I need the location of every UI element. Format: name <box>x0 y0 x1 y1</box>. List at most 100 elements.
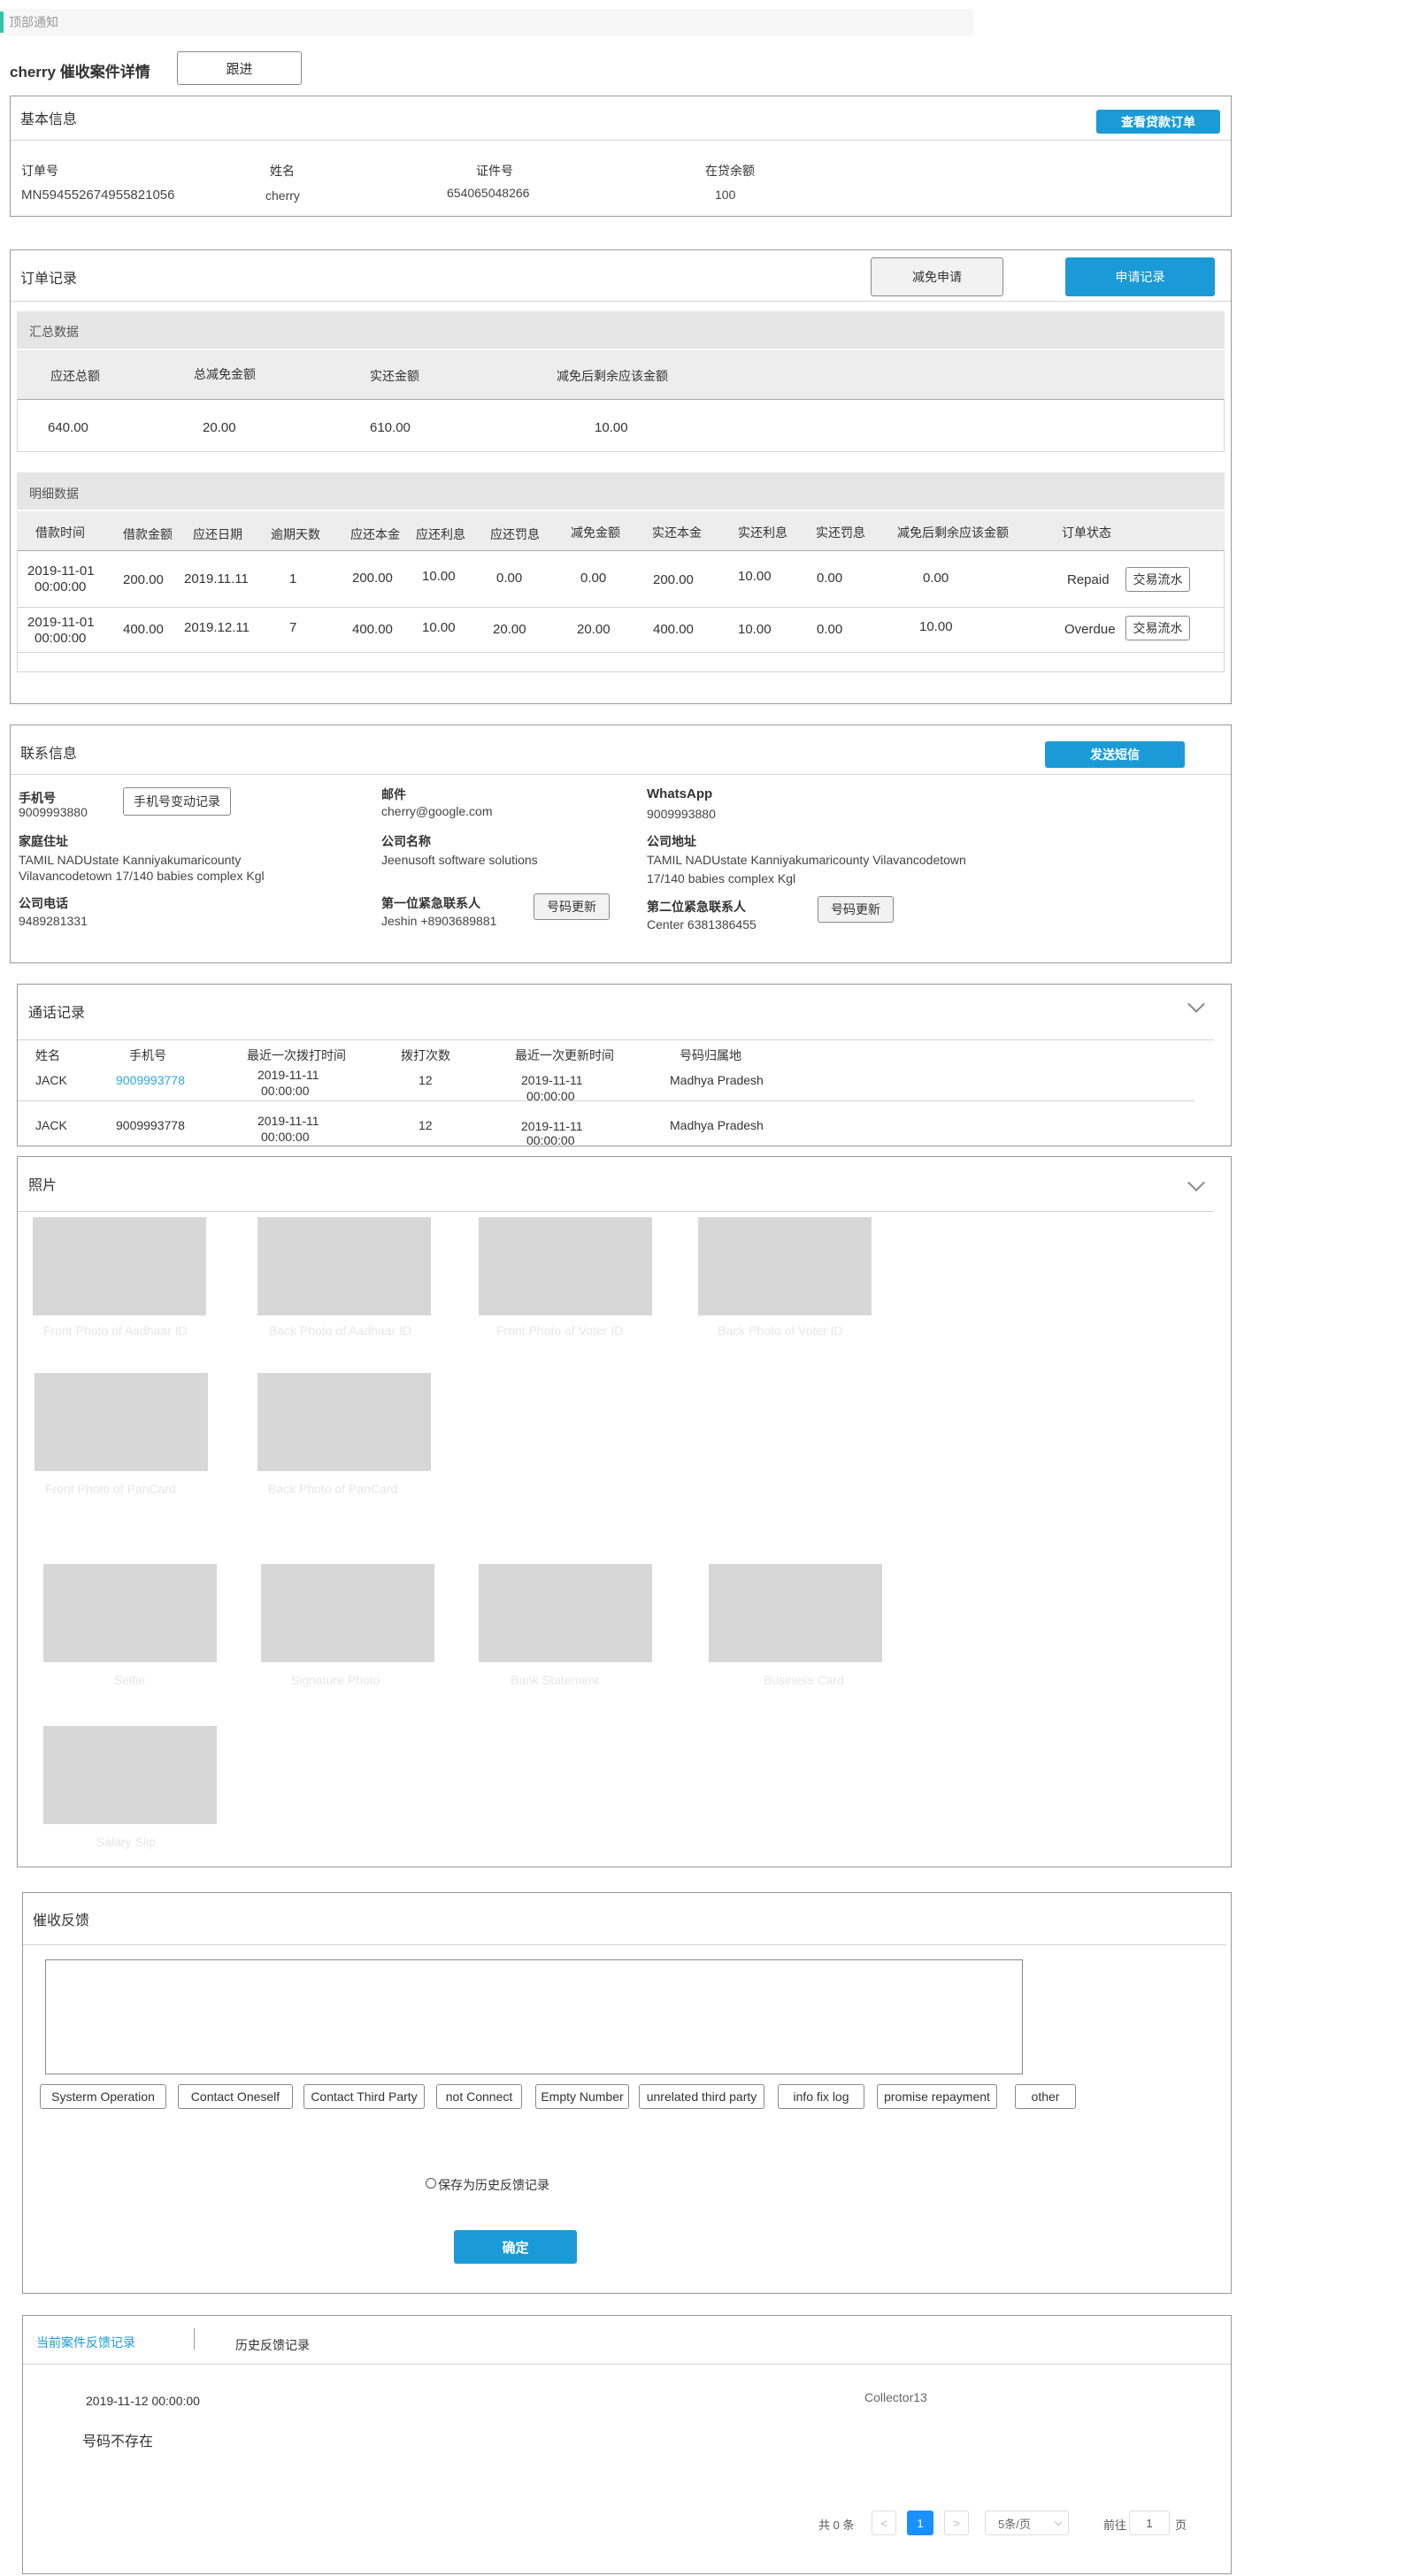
feedback-textarea[interactable] <box>45 1959 1023 2074</box>
detail-row-loan-date: 2019-11-01 <box>27 615 95 630</box>
photo-bank-statement[interactable] <box>479 1564 652 1662</box>
photo-salary-slip[interactable] <box>43 1726 217 1824</box>
company-phone-label: 公司电话 <box>19 896 68 910</box>
photo-signature[interactable] <box>261 1564 434 1662</box>
tag-empty-number[interactable]: Empty Number <box>535 2084 629 2109</box>
basic-info-panel <box>10 96 1232 217</box>
tag-other[interactable]: other <box>1015 2084 1076 2109</box>
waiver-apply-button[interactable]: 减免申请 <box>871 257 1003 296</box>
photo-voter-front[interactable] <box>479 1217 652 1315</box>
next-page-button[interactable]: > <box>944 2511 969 2535</box>
apply-record-button[interactable]: 申请记录 <box>1065 257 1215 296</box>
name-label: 姓名 <box>270 164 295 178</box>
summary-title-band <box>17 311 1225 349</box>
emergency-contact-1-label: 第一位紧急联系人 <box>381 896 480 910</box>
photo-pancard-front[interactable] <box>35 1373 208 1471</box>
page-size-select[interactable]: 5条/页 <box>985 2511 1069 2535</box>
company-name-value: Jeenusoft software solutions <box>381 853 538 867</box>
contact-title: 联系信息 <box>20 747 78 762</box>
email-label: 邮件 <box>381 787 406 801</box>
send-sms-button[interactable]: 发送短信 <box>1045 741 1185 768</box>
record-content: 号码不存在 <box>82 2434 154 2450</box>
detail-header: 借款金额 <box>123 527 173 541</box>
top-notice-bar <box>0 9 973 35</box>
tag-info-fix-log[interactable]: info fix log <box>778 2084 864 2109</box>
detail-header: 借款时间 <box>35 525 85 540</box>
detail-title-band <box>17 472 1225 510</box>
order-record-title: 订单记录 <box>20 272 78 287</box>
tag-contact-third-party[interactable]: Contact Third Party <box>303 2084 425 2109</box>
summary-value: 20.00 <box>203 420 236 435</box>
email-value: cherry@google.com <box>381 804 493 818</box>
summary-header: 实还金额 <box>370 369 419 383</box>
summary-value: 10.00 <box>595 420 628 435</box>
detail-header: 减免金额 <box>571 525 620 540</box>
photo-selfie[interactable] <box>43 1564 217 1662</box>
home-address-line2: Vilavancodetown 17/140 babies complex Kg… <box>19 869 265 883</box>
detail-title: 明细数据 <box>29 487 79 501</box>
transaction-flow-button[interactable]: 交易流水 <box>1125 567 1190 592</box>
detail-header: 逾期天数 <box>271 527 320 541</box>
company-name-label: 公司名称 <box>381 834 431 848</box>
order-status: Repaid <box>1067 572 1110 587</box>
chevron-down-icon <box>1054 2518 1063 2526</box>
order-no-value: MN594552674955821056 <box>21 188 175 203</box>
tab-current-case-records[interactable]: 当前案件反馈记录 <box>36 2334 135 2351</box>
emergency-contact-1-value: Jeshin +8903689881 <box>381 914 497 928</box>
tab-history-records[interactable]: 历史反馈记录 <box>235 2336 310 2354</box>
number-update-button[interactable]: 号码更新 <box>818 896 894 923</box>
page-size-value: 5条/页 <box>998 2517 1031 2531</box>
summary-title: 汇总数据 <box>29 325 79 339</box>
tag-unrelated-third-party[interactable]: unrelated third party <box>639 2084 764 2109</box>
summary-value: 640.00 <box>48 420 88 435</box>
phone-change-record-button[interactable]: 手机号变动记录 <box>123 787 231 816</box>
id-no-value: 654065048266 <box>447 186 530 200</box>
photo-pancard-back[interactable] <box>257 1373 431 1471</box>
follow-button[interactable]: 跟进 <box>177 51 302 85</box>
tag-promise-repayment[interactable]: promise repayment <box>877 2084 997 2109</box>
goto-page-input[interactable] <box>1129 2511 1170 2535</box>
detail-row-loan-date: 2019-11-01 <box>27 564 95 579</box>
save-history-radio[interactable] <box>426 2178 436 2189</box>
summary-header: 应还总额 <box>50 369 100 383</box>
top-notice-text: 顶部通知 <box>9 15 58 29</box>
transaction-flow-button[interactable]: 交易流水 <box>1125 616 1190 640</box>
number-update-button[interactable]: 号码更新 <box>534 893 610 920</box>
photo-aadhaar-back[interactable] <box>257 1217 431 1315</box>
detail-header: 实还罚息 <box>816 525 865 540</box>
whatsapp-label: WhatsApp <box>647 786 713 801</box>
balance-label: 在贷余额 <box>705 164 755 178</box>
call-phone-link[interactable]: 9009993778 <box>116 1073 185 1087</box>
confirm-button[interactable]: 确定 <box>454 2230 577 2264</box>
detail-header: 应还日期 <box>193 527 242 541</box>
emergency-contact-2-label: 第二位紧急联系人 <box>647 900 746 914</box>
record-collector: Collector13 <box>864 2390 927 2404</box>
call-name: JACK <box>35 1118 67 1132</box>
tag-contact-oneself[interactable]: Contact Oneself <box>178 2084 293 2109</box>
page-title: cherry 催收案件详情 <box>10 64 150 80</box>
tag-not-connect[interactable]: not Connect <box>436 2084 522 2109</box>
page-1-button[interactable]: 1 <box>907 2511 933 2535</box>
detail-header: 实还本金 <box>652 525 702 540</box>
notice-accent <box>0 12 4 33</box>
pagination-total: 共 0 条 <box>818 2518 855 2532</box>
view-loan-order-button[interactable]: 查看贷款订单 <box>1096 110 1220 134</box>
company-address-label: 公司地址 <box>647 834 696 848</box>
order-no-label: 订单号 <box>21 164 58 178</box>
detail-header: 订单状态 <box>1062 525 1111 540</box>
name-value: cherry <box>265 188 300 203</box>
home-address-label: 家庭住址 <box>19 834 68 848</box>
whatsapp-value: 9009993880 <box>647 807 716 821</box>
tag-systerm-operation[interactable]: Systerm Operation <box>40 2084 166 2109</box>
phone-value: 9009993880 <box>19 805 88 819</box>
company-address-line1: TAMIL NADUstate Kanniyakumaricounty Vila… <box>647 853 966 867</box>
prev-page-button[interactable]: < <box>872 2511 896 2535</box>
photo-business-card[interactable] <box>709 1564 882 1662</box>
detail-header: 实还利息 <box>738 525 787 540</box>
call-name: JACK <box>35 1073 67 1087</box>
detail-row-loan-time: 00:00:00 <box>35 579 87 594</box>
detail-header: 应还利息 <box>416 527 465 541</box>
photo-voter-back[interactable] <box>698 1217 872 1315</box>
summary-value: 610.00 <box>370 420 411 435</box>
photo-aadhaar-front[interactable] <box>33 1217 206 1315</box>
